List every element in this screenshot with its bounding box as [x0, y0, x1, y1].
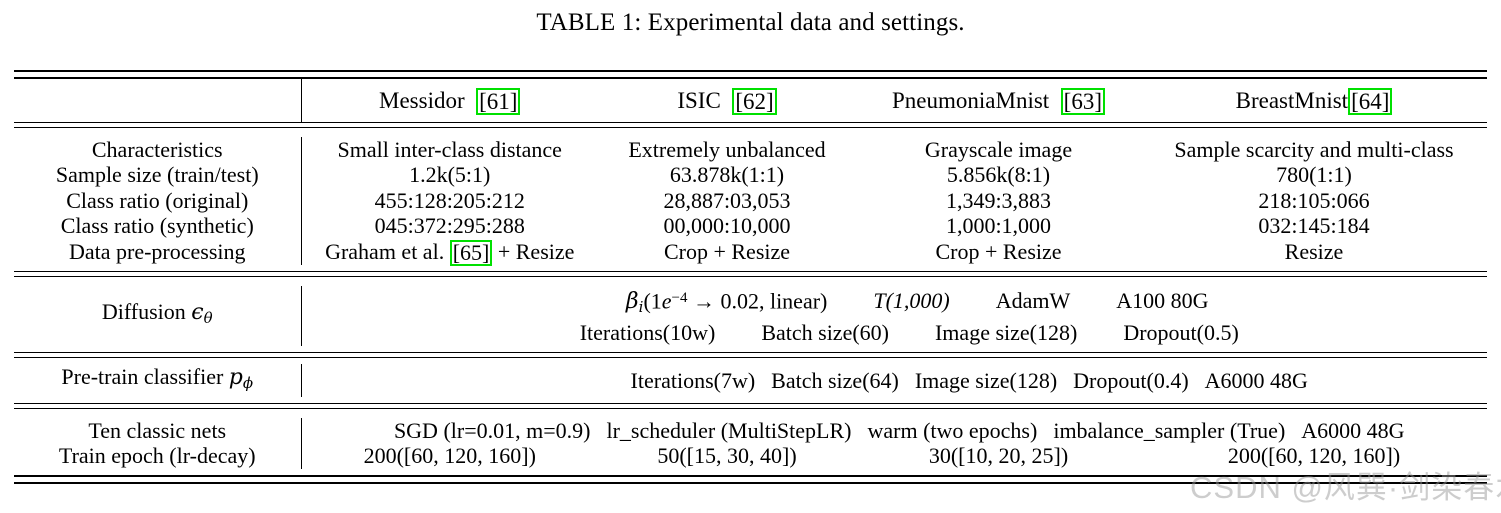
table-row-train-epoch: Train epoch (lr-decay) 200([60, 120, 160…: [14, 443, 1487, 469]
nets-gpu: A6000 48G: [1301, 417, 1405, 443]
citation-61[interactable]: [61]: [476, 87, 521, 115]
spacer-after-header: [14, 127, 1487, 137]
citation-64[interactable]: [64]: [1348, 87, 1393, 115]
row-label-diffusion: Diffusion ϵθ: [14, 285, 302, 346]
row-label-train-epoch: Train epoch (lr-decay): [14, 443, 302, 469]
header-cell-messidor: Messidor [61]: [301, 78, 598, 122]
diffusion-timesteps: T(1,000): [873, 287, 950, 313]
table-row-characteristics: Characteristics Small inter-class distan…: [14, 136, 1487, 162]
row-label-data-preprocessing: Data pre-processing: [14, 238, 302, 265]
diffusion-image-size: Image size(128): [934, 320, 1078, 346]
cell-class-ratio-original-isic: 28,887:03,053: [663, 187, 791, 213]
cell-data-preprocessing-messidor: Graham et al. [65] + Resize: [301, 238, 598, 266]
cell-sample-size-isic: 63.878k(1:1): [669, 162, 785, 187]
row-label-characteristics: Characteristics: [14, 136, 302, 162]
table-top-rule: [14, 70, 1487, 79]
pretrain-image-size: Image size(128): [914, 367, 1058, 393]
cell-sample-size-breastmnist: 780(1:1): [1276, 162, 1352, 187]
cell-data-preprocessing-pneumoniamnist: Crop + Resize: [935, 238, 1062, 264]
row-label-pretrain-classifier: Pre-train classifier pϕ: [14, 363, 302, 397]
cell-class-ratio-synthetic-isic: 00,000:10,000: [663, 213, 791, 238]
cell-class-ratio-synthetic-pneumoniamnist: 1,000:1,000: [945, 213, 1052, 238]
pretrain-dropout: Dropout(0.4): [1073, 367, 1189, 393]
nets-sampler: imbalance_sampler (True): [1053, 417, 1286, 443]
table-caption: TABLE 1: Experimental data and settings.: [536, 9, 965, 36]
cell-diffusion-line1: βi(1e−4 → 0.02, linear) T(1,000) AdamW A…: [301, 286, 1487, 321]
preprocess-prefix-messidor: Graham et al.: [325, 238, 450, 264]
cell-characteristics-messidor: Small inter-class distance: [337, 136, 562, 162]
pretrain-batch-size: Batch size(64): [771, 367, 899, 393]
cell-characteristics-isic: Extremely unbalanced: [628, 136, 826, 162]
cell-train-epoch-pneumoniamnist: 30([10, 20, 25]): [928, 443, 1069, 469]
cell-data-preprocessing-breastmnist: Resize: [1284, 238, 1344, 264]
cell-sample-size-messidor: 1.2k(5:1): [409, 162, 491, 187]
header-label-messidor: Messidor: [379, 87, 465, 113]
table-bottom-rule: [14, 474, 1487, 484]
table-row-class-ratio-original: Class ratio (original) 455:128:205:212 2…: [14, 187, 1487, 213]
cell-characteristics-pneumoniamnist: Grayscale image: [924, 136, 1073, 162]
cell-train-epoch-messidor: 200([60, 120, 160]): [363, 443, 536, 469]
citation-63[interactable]: [63]: [1060, 87, 1105, 115]
table-row-diffusion: Diffusion ϵθ βi(1e−4 → 0.02, linear) T(1…: [14, 285, 1487, 346]
diffusion-beta-formula: βi(1e−4 → 0.02, linear): [625, 287, 828, 316]
cell-sample-size-pneumoniamnist: 5.856k(8:1): [946, 162, 1051, 187]
table-row-class-ratio-synthetic: Class ratio (synthetic) 045:372:295:288 …: [14, 213, 1487, 239]
pretrain-gpu: A6000 48G: [1204, 367, 1308, 393]
cell-train-epoch-isic: 50([15, 30, 40]): [657, 443, 797, 469]
table-row-sample-size: Sample size (train/test) 1.2k(5:1) 63.87…: [14, 162, 1487, 188]
experimental-settings-table: Messidor [61] ISIC [62] PneumoniaMnist […: [14, 70, 1487, 484]
diffusion-gpu: A100 80G: [1116, 287, 1209, 313]
cell-class-ratio-original-breastmnist: 218:105:066: [1258, 187, 1370, 213]
cell-nets-settings: SGD (lr=0.01, m=0.9) lr_scheduler (Multi…: [301, 418, 1487, 444]
diffusion-label-text: Diffusion: [101, 299, 186, 325]
cell-train-epoch-breastmnist: 200([60, 120, 160]): [1227, 443, 1401, 469]
header-label-pneumoniamnist: PneumoniaMnist: [892, 87, 1050, 113]
nets-warm: warm (two epochs): [867, 417, 1038, 443]
diffusion-batch-size: Batch size(60): [761, 320, 889, 346]
diffusion-iterations: Iterations(10w): [579, 320, 716, 346]
pretrain-label-math: pϕ: [228, 364, 254, 393]
row-label-ten-classic-nets: Ten classic nets: [14, 417, 302, 444]
table-row-ten-classic-nets: Ten classic nets SGD (lr=0.01, m=0.9) lr…: [14, 417, 1487, 444]
row-label-class-ratio-original: Class ratio (original): [14, 187, 302, 213]
table-header-row: Messidor [61] ISIC [62] PneumoniaMnist […: [14, 78, 1487, 122]
pretrain-iterations: Iterations(7w): [630, 367, 756, 393]
cell-class-ratio-original-pneumoniamnist: 1,349:3,883: [945, 187, 1052, 213]
cell-class-ratio-original-messidor: 455:128:205:212: [374, 187, 525, 213]
header-label-breastmnist: BreastMnist: [1235, 87, 1349, 113]
table-row-data-preprocessing: Data pre-processing Graham et al. [65] +…: [14, 238, 1487, 266]
row-label-class-ratio-synthetic: Class ratio (synthetic): [14, 213, 302, 239]
table-container: Messidor [61] ISIC [62] PneumoniaMnist […: [14, 70, 1487, 484]
nets-optimizer: SGD (lr=0.01, m=0.9): [393, 417, 591, 443]
header-cell-empty: [14, 78, 302, 122]
citation-65[interactable]: [65]: [449, 239, 493, 266]
header-cell-breastmnist: BreastMnist [64]: [1141, 78, 1487, 122]
row-label-sample-size: Sample size (train/test): [14, 162, 302, 188]
spacer-after-diffusion-rule: [14, 276, 1487, 286]
spacer-before-bottom-rule: [14, 469, 1487, 476]
cell-class-ratio-synthetic-messidor: 045:372:295:288: [374, 213, 525, 238]
header-label-isic: ISIC: [677, 87, 721, 113]
citation-62[interactable]: [62]: [732, 87, 777, 115]
cell-pretrain-settings: Iterations(7w) Batch size(64) Image size…: [301, 364, 1487, 397]
diffusion-dropout: Dropout(0.5): [1123, 320, 1239, 346]
diffusion-label-math: ϵθ: [191, 300, 213, 328]
spacer-after-nets-rule: [14, 408, 1487, 418]
cell-diffusion-line2: Iterations(10w) Batch size(60) Image siz…: [301, 320, 1487, 346]
pretrain-label-text: Pre-train classifier: [61, 363, 224, 389]
table-row-pretrain-classifier: Pre-train classifier pϕ Iterations(7w) B…: [14, 363, 1487, 397]
table-page: TABLE 1: Experimental data and settings.…: [0, 0, 1501, 513]
cell-characteristics-breastmnist: Sample scarcity and multi-class: [1174, 136, 1454, 162]
cell-data-preprocessing-isic: Crop + Resize: [663, 238, 791, 264]
cell-class-ratio-synthetic-breastmnist: 032:145:184: [1258, 213, 1370, 238]
header-cell-isic: ISIC [62]: [598, 78, 856, 122]
diffusion-optimizer: AdamW: [995, 287, 1071, 313]
preprocess-suffix-messidor: + Resize: [492, 238, 575, 264]
nets-scheduler: lr_scheduler (MultiStepLR): [606, 417, 852, 443]
header-cell-pneumoniamnist: PneumoniaMnist [63]: [856, 78, 1141, 122]
